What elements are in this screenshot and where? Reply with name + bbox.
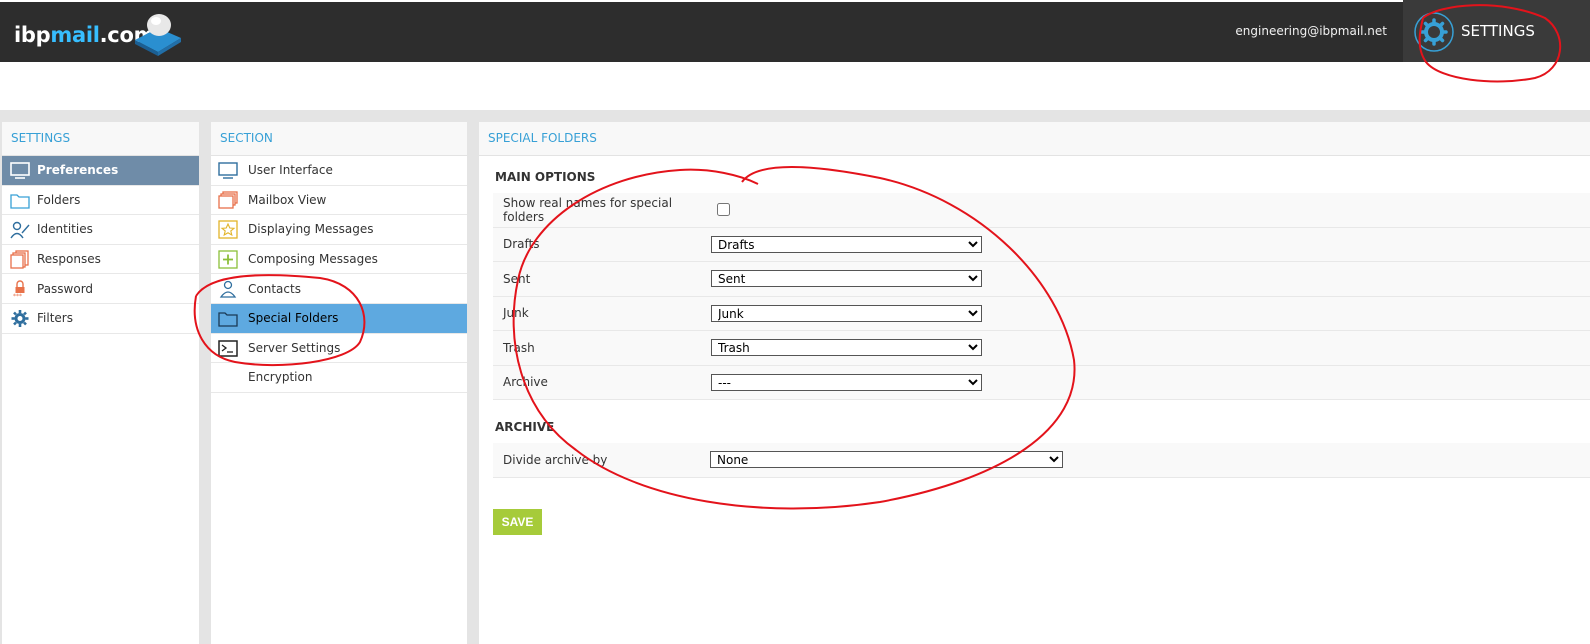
divide-archive-label: Divide archive by: [503, 452, 608, 467]
folder-icon: [218, 312, 238, 327]
archive-section-title: ARCHIVE: [495, 420, 555, 434]
settings-panel-title: SETTINGS: [2, 122, 199, 156]
top-bar: ibpmail.com engineering@ibpmail.net SETT…: [0, 0, 1590, 62]
divide-archive-row: Divide archive by None: [493, 443, 1590, 478]
settings-item-filters[interactable]: Filters: [2, 304, 199, 334]
settings-item-preferences[interactable]: Preferences: [2, 156, 199, 186]
junk-label: Junk: [503, 306, 529, 321]
show-real-names-row: Show real names for special folders: [493, 193, 1590, 228]
monitor-icon: [10, 162, 30, 179]
plus-icon: [218, 250, 238, 269]
junk-select[interactable]: Junk: [711, 304, 982, 322]
trash-select[interactable]: Trash: [711, 339, 982, 357]
settings-item-label: Filters: [37, 311, 73, 326]
archive-form: Divide archive by None: [493, 443, 1590, 478]
section-item-label: Contacts: [248, 281, 301, 296]
lock-icon: ***: [13, 280, 25, 298]
settings-item-label: Preferences: [37, 163, 119, 178]
settings-tab[interactable]: SETTINGS: [1403, 0, 1590, 62]
settings-item-identities[interactable]: Identities: [2, 215, 199, 245]
section-item-mailbox-view[interactable]: Mailbox View: [211, 186, 467, 216]
junk-row: Junk Junk: [493, 296, 1590, 331]
section-panel: SECTION User Interface Mailbox View Disp…: [211, 122, 467, 644]
section-item-special-folders[interactable]: Special Folders: [211, 303, 467, 334]
section-item-encryption[interactable]: Encryption: [211, 363, 467, 393]
responses-icon: [10, 250, 29, 269]
top-edge: [0, 0, 1590, 2]
sent-row: Sent Sent: [493, 262, 1590, 297]
show-real-names-checkbox[interactable]: [717, 203, 730, 217]
gear-icon: [11, 309, 29, 327]
section-item-composing-messages[interactable]: Composing Messages: [211, 245, 467, 275]
settings-panel: SETTINGS Preferences Folders Identities …: [2, 122, 199, 644]
section-item-label: Displaying Messages: [248, 222, 374, 237]
section-item-displaying-messages[interactable]: Displaying Messages: [211, 215, 467, 245]
drafts-row: Drafts Drafts: [493, 227, 1590, 262]
settings-item-label: Identities: [37, 222, 93, 237]
logo-mailbox-icon: [135, 14, 181, 56]
monitor-icon: [218, 162, 238, 179]
section-item-server-settings[interactable]: Server Settings: [211, 334, 467, 364]
settings-item-responses[interactable]: Responses: [2, 245, 199, 275]
settings-item-label: Folders: [37, 192, 81, 207]
mailbox-icon: [218, 190, 238, 209]
section-item-label: Special Folders: [248, 311, 339, 326]
svg-text:***: ***: [13, 293, 22, 298]
identity-icon: [10, 221, 30, 239]
settings-item-label: Password: [37, 281, 94, 296]
archive-label: Archive: [503, 375, 548, 390]
sent-select[interactable]: Sent: [711, 270, 982, 288]
trash-row: Trash Trash: [493, 331, 1590, 366]
section-item-label: Composing Messages: [248, 252, 378, 267]
settings-item-folders[interactable]: Folders: [2, 186, 199, 216]
section-item-label: User Interface: [248, 163, 333, 178]
settings-item-label: Responses: [37, 252, 101, 267]
special-folders-panel: SPECIAL FOLDERS MAIN OPTIONS Show real n…: [479, 122, 1590, 644]
settings-item-password[interactable]: *** Password: [2, 274, 199, 304]
drafts-label: Drafts: [503, 237, 540, 252]
section-item-label: Mailbox View: [248, 192, 327, 207]
star-icon: [218, 220, 238, 239]
drafts-select[interactable]: Drafts: [711, 235, 982, 253]
logo-text-1: ibp: [14, 23, 51, 47]
save-button[interactable]: SAVE: [493, 509, 542, 535]
folder-icon: [10, 193, 30, 209]
section-item-label: Server Settings: [248, 340, 341, 355]
user-email[interactable]: engineering@ibpmail.net: [1235, 24, 1387, 38]
settings-gear-icon: [1414, 12, 1454, 52]
section-panel-title: SECTION: [211, 122, 467, 156]
settings-tab-label: SETTINGS: [1461, 22, 1535, 40]
section-item-contacts[interactable]: Contacts: [211, 274, 467, 304]
trash-label: Trash: [503, 340, 535, 355]
section-item-user-interface[interactable]: User Interface: [211, 156, 467, 186]
archive-select[interactable]: ---: [711, 373, 982, 391]
main-options-title: MAIN OPTIONS: [495, 170, 596, 184]
terminal-icon: [218, 339, 238, 357]
show-real-names-label: Show real names for special folders: [503, 195, 673, 224]
sent-label: Sent: [503, 271, 531, 286]
special-folders-title: SPECIAL FOLDERS: [479, 122, 1590, 156]
archive-row: Archive ---: [493, 365, 1590, 400]
section-item-label: Encryption: [248, 370, 313, 385]
contact-icon: [219, 281, 237, 299]
main-options-form: Show real names for special folders Draf…: [493, 193, 1590, 400]
logo-text-2: mail: [50, 23, 100, 47]
divide-archive-select[interactable]: None: [710, 451, 1063, 469]
